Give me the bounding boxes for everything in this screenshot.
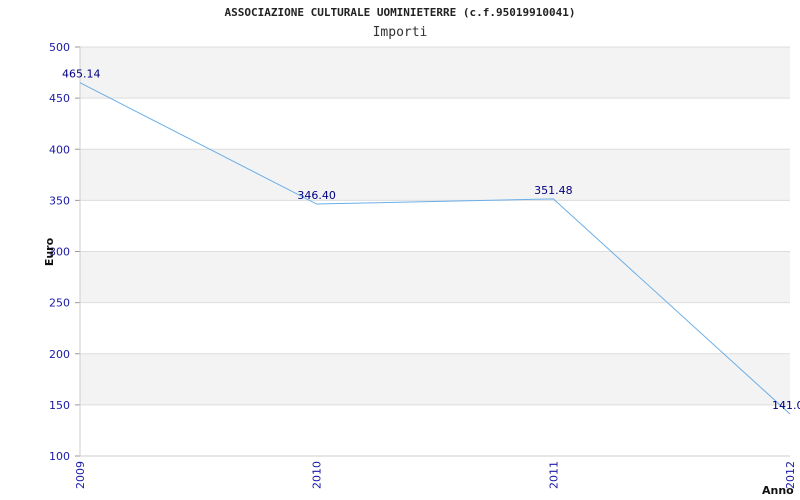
x-tick-label: 2009 [74, 461, 87, 489]
y-axis-title: Euro [43, 237, 56, 266]
y-tick-label: 500 [49, 41, 70, 54]
x-tick-label: 2010 [311, 461, 324, 489]
x-tick-label: 2011 [547, 461, 560, 489]
y-tick-label: 400 [49, 143, 70, 156]
y-tick-label: 450 [49, 92, 70, 105]
line-chart: 100150200250300350400450500 2009 2010 2011… [43, 41, 800, 497]
y-tick-label: 150 [49, 399, 70, 412]
data-label: 346.40 [297, 189, 336, 202]
data-label: 465.14 [62, 68, 101, 81]
data-label: 141.03 [772, 399, 800, 412]
plot-band [80, 404, 790, 456]
plot-band [80, 302, 790, 354]
plot-band [80, 200, 790, 252]
x-axis-title: Anno [762, 484, 794, 497]
data-label: 351.48 [534, 184, 573, 197]
plot-band [80, 353, 790, 405]
plot-band [80, 98, 790, 150]
y-tick-label: 100 [49, 450, 70, 463]
plot-band [80, 47, 790, 99]
y-tick-label: 250 [49, 297, 70, 310]
y-tick-label: 350 [49, 194, 70, 207]
plot-band [80, 251, 790, 303]
x-axis-ticks: 2009 2010 2011 2012 [74, 461, 797, 489]
y-tick-label: 200 [49, 348, 70, 361]
plot-band [80, 149, 790, 201]
